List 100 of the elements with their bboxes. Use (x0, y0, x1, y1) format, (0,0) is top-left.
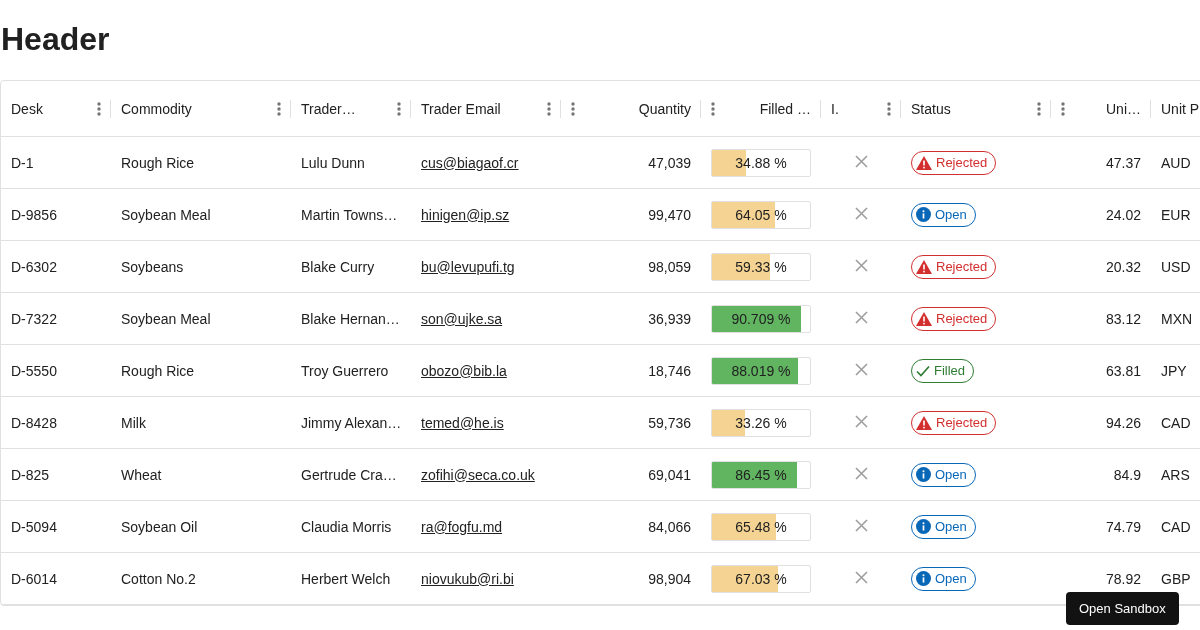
email-link[interactable]: hinigen@ip.sz (421, 206, 510, 223)
trader-cell-text: Herbert Welch (300, 570, 392, 587)
quantity-cell-text: 18,746 (647, 362, 692, 379)
email-link[interactable]: son@ujke.sa (421, 310, 503, 327)
desk-cell-text: D-825 (10, 466, 51, 483)
email-link[interactable]: zofihi@seca.co.uk (421, 466, 535, 483)
desk-cell-text: D-8428 (10, 414, 58, 431)
progress-label: 33.26 % (735, 414, 787, 431)
unit-price-cell-text: 24.02 (1104, 206, 1142, 223)
progress-label: 90.709 % (731, 310, 791, 327)
desk-cell-text: D-6014 (10, 570, 58, 587)
currency-cell-text: JPY (1160, 362, 1188, 379)
menu-icon[interactable] (887, 100, 891, 117)
menu-icon[interactable] (1061, 100, 1065, 117)
menu-icon[interactable] (571, 100, 575, 117)
trader-cell-text: Claudia Morris (300, 518, 393, 535)
menu-icon[interactable] (711, 100, 715, 117)
desk-cell-text: D-9856 (10, 206, 58, 223)
email-link[interactable]: temed@he.is (421, 414, 504, 431)
quantity-cell-text: 36,939 (647, 310, 692, 327)
currency-cell-text: GBP (1160, 570, 1192, 587)
currency-cell-text: ARS (1160, 466, 1191, 483)
desk-cell-text: D-6302 (10, 258, 58, 275)
commodity-cell-text: Cotton No.2 (120, 570, 197, 587)
email-link[interactable]: ra@fogfu.md (421, 518, 503, 535)
column-header[interactable]: I. (831, 100, 881, 117)
email-link[interactable]: cus@biagaof.cr (421, 154, 519, 171)
desk-cell-text: D-1 (10, 154, 35, 171)
currency-cell-text: USD (1160, 258, 1192, 275)
warning-icon (916, 259, 932, 274)
column-header[interactable]: Uni… (1071, 100, 1141, 117)
commodity-cell-text: Soybeans (120, 258, 185, 275)
progress-label: 86.45 % (735, 466, 787, 483)
column-header[interactable]: Trader… (301, 100, 391, 117)
menu-icon[interactable] (1037, 100, 1041, 117)
quantity-cell-text: 47,039 (647, 154, 692, 171)
unit-price-cell-text: 47.37 (1104, 154, 1142, 171)
currency-cell-text: EUR (1160, 206, 1192, 223)
info-icon (916, 467, 931, 482)
tooltip: Open Sandbox (1066, 592, 1179, 625)
commodity-cell-text: Rough Rice (120, 362, 196, 379)
unit-price-cell-text: 78.92 (1104, 570, 1142, 587)
commodity-cell-text: Milk (120, 414, 147, 431)
unit-price-cell-text: 94.26 (1104, 414, 1142, 431)
info-icon (916, 207, 931, 222)
unit-price-cell-text: 63.81 (1104, 362, 1142, 379)
email-link[interactable]: niovukub@ri.bi (421, 570, 514, 587)
quantity-cell-text: 59,736 (647, 414, 692, 431)
menu-icon[interactable] (97, 100, 101, 117)
trader-cell-text: Blake Curry (300, 258, 376, 275)
warning-icon (916, 415, 932, 430)
info-icon (916, 571, 931, 586)
column-header[interactable]: Desk (11, 100, 91, 117)
commodity-cell-text: Wheat (120, 466, 163, 483)
trader-cell-text: Jimmy Alexan… (300, 414, 403, 431)
column-header[interactable]: Status (911, 100, 1031, 117)
currency-cell-text: MXN (1160, 310, 1194, 327)
unit-price-cell-text: 20.32 (1104, 258, 1142, 275)
column-header[interactable]: Quantity (581, 100, 691, 117)
quantity-cell-text: 98,904 (647, 570, 692, 587)
warning-icon (916, 311, 932, 326)
commodity-cell-text: Rough Rice (120, 154, 196, 171)
info-icon (916, 519, 931, 534)
menu-icon[interactable] (547, 100, 551, 117)
column-header[interactable]: Unit P (1161, 100, 1200, 117)
unit-price-cell-text: 83.12 (1104, 310, 1142, 327)
progress-label: 64.05 % (735, 206, 787, 223)
trader-cell-text: Lulu Dunn (300, 154, 366, 171)
currency-cell-text: CAD (1160, 414, 1192, 431)
quantity-cell-text: 84,066 (647, 518, 692, 535)
progress-label: 34.88 % (735, 154, 787, 171)
trader-cell-text: Martin Towns… (300, 206, 399, 223)
desk-cell-text: D-7322 (10, 310, 58, 327)
menu-icon[interactable] (397, 100, 401, 117)
commodity-cell-text: Soybean Meal (120, 310, 212, 327)
column-header[interactable]: Commodity (121, 100, 271, 117)
currency-cell-text: AUD (1160, 154, 1192, 171)
progress-label: 65.48 % (735, 518, 787, 535)
unit-price-cell-text: 84.9 (1112, 466, 1142, 483)
page-title: Header (0, 20, 111, 59)
trader-cell-text: Blake Hernan… (300, 310, 401, 327)
desk-cell-text: D-5550 (10, 362, 58, 379)
progress-label: 59.33 % (735, 258, 787, 275)
unit-price-cell-text: 74.79 (1104, 518, 1142, 535)
progress-label: 88.019 % (731, 362, 791, 379)
trader-cell-text: Troy Guerrero (300, 362, 390, 379)
quantity-cell-text: 99,470 (647, 206, 692, 223)
desk-cell-text: D-5094 (10, 518, 58, 535)
menu-icon[interactable] (277, 100, 281, 117)
column-header[interactable]: Filled … (721, 100, 811, 117)
check-icon (916, 364, 930, 377)
email-link[interactable]: obozo@bib.la (421, 362, 507, 379)
commodity-cell-text: Soybean Meal (120, 206, 212, 223)
progress-label: 67.03 % (735, 570, 787, 587)
commodity-cell-text: Soybean Oil (120, 518, 199, 535)
currency-cell-text: CAD (1160, 518, 1192, 535)
email-link[interactable]: bu@levupufi.tg (421, 258, 515, 275)
quantity-cell-text: 69,041 (647, 466, 692, 483)
column-header[interactable]: Trader Email (421, 100, 541, 117)
warning-icon (916, 155, 932, 170)
